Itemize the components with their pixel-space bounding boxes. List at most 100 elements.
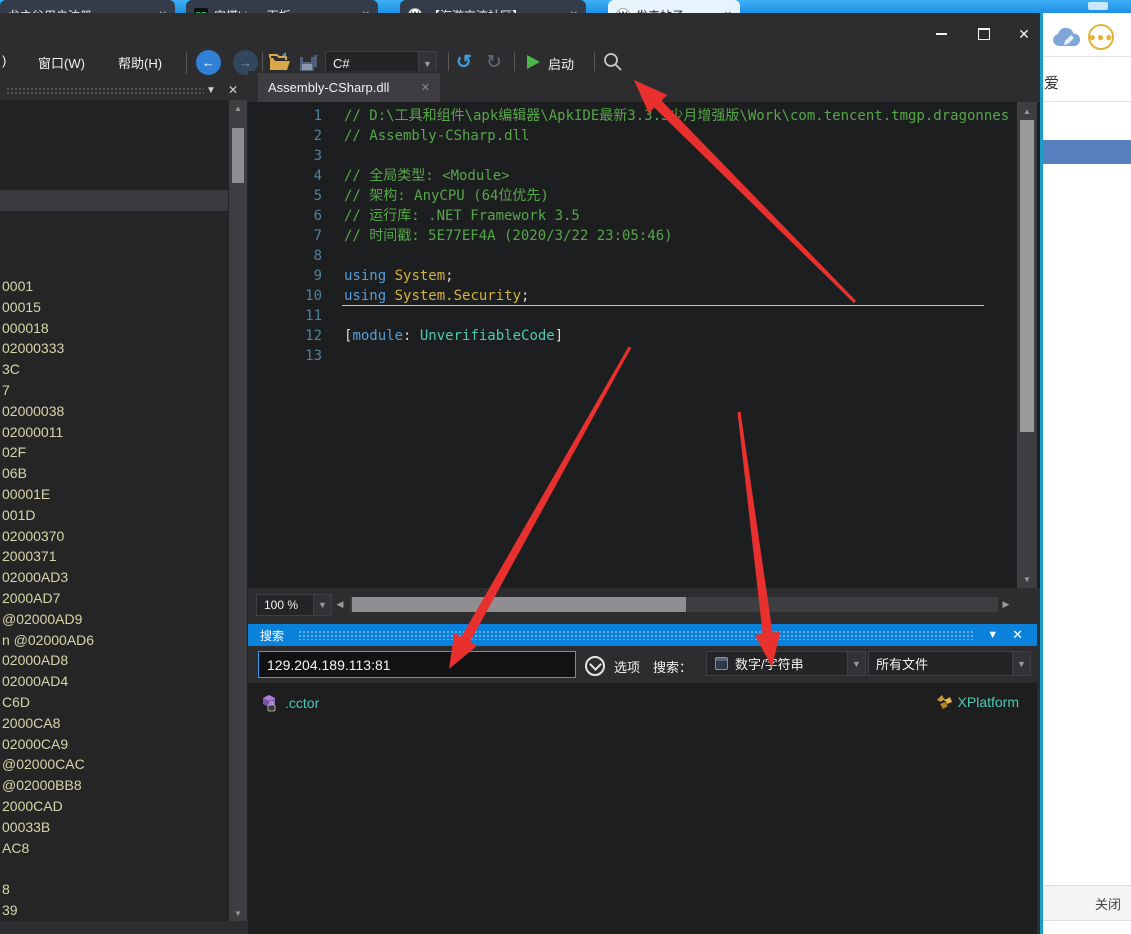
document-tab[interactable]: Assembly-CSharp.dll ✕ [258, 73, 440, 102]
tree-item[interactable]: 2000CAD [2, 796, 224, 817]
browser-tab[interactable]: W【海游交流社区】-...✕ [400, 0, 586, 13]
tree-item[interactable]: @02000BB8 [2, 775, 224, 796]
code-line[interactable]: 5// 架构: AnyCPU (64位优先) [256, 186, 1010, 206]
navigate-back-button[interactable]: ← [196, 50, 221, 75]
tree-item[interactable]: 39 [2, 900, 224, 921]
code-line[interactable]: 10using System.Security; [256, 286, 1010, 306]
code-line[interactable]: 11 [256, 306, 1010, 326]
code-lines: 1// D:\工具和组件\apk编辑器\ApkIDE最新3.3.5少月增强版\W… [256, 106, 1010, 366]
code-line[interactable]: 12[module: UnverifiableCode] [256, 326, 1010, 346]
panel-close-button[interactable]: ✕ [228, 83, 238, 97]
close-button[interactable]: ✕ [1008, 22, 1040, 46]
scroll-down-icon[interactable]: ▼ [1017, 573, 1037, 585]
panel-close-button[interactable]: ✕ [1012, 627, 1023, 643]
tree-item[interactable]: n @02000AD6 [2, 630, 224, 651]
tree-item[interactable]: 02000AD4 [2, 671, 224, 692]
search-result-row[interactable]: .cctor [262, 694, 319, 712]
options-expander-button[interactable] [585, 656, 605, 676]
tab-close-icon[interactable]: ✕ [421, 81, 430, 94]
search-input[interactable]: 129.204.189.113:81 [258, 651, 576, 678]
panel-menu-button[interactable]: ▼ [987, 629, 998, 641]
tree-item[interactable]: 2000371 [2, 546, 224, 567]
tree-panel-header[interactable]: ▼ ✕ [0, 82, 248, 100]
browser-tab[interactable]: 龙之谷用户注册✕ [0, 0, 175, 13]
tree-item[interactable]: 02000038 [2, 401, 224, 422]
tree-item[interactable]: @02000AD9 [2, 609, 224, 630]
code-line[interactable]: 4// 全局类型: <Module> [256, 166, 1010, 186]
tree-item[interactable]: 001D [2, 505, 224, 526]
search-type-combo[interactable]: 数字/字符串 ▼ [706, 651, 866, 676]
result-location[interactable]: XPlatform [936, 694, 1019, 710]
panel-menu-button[interactable]: ▼ [206, 85, 216, 96]
code-line[interactable]: 2// Assembly-CSharp.dll [256, 126, 1010, 146]
scrollbar-thumb[interactable] [232, 128, 244, 183]
tree-item[interactable]: 02F [2, 442, 224, 463]
tree-item[interactable]: 2000CA8 [2, 713, 224, 734]
token-comment: // 全局类型: <Module> [344, 168, 510, 184]
code-line[interactable]: 7// 时间戳: 5E77EF4A (2020/3/22 23:05:46) [256, 226, 1010, 246]
close-icon: ✕ [1018, 27, 1030, 41]
line-text: // 全局类型: <Module> [344, 166, 510, 186]
scrollbar-thumb[interactable] [1020, 120, 1034, 432]
scroll-left-icon[interactable]: ◀ [333, 595, 347, 614]
scrollbar-thumb[interactable] [352, 597, 686, 612]
tree-item[interactable]: 02000370 [2, 526, 224, 547]
search-scope-combo[interactable]: 所有文件 ▼ [868, 651, 1031, 676]
code-line[interactable]: 1// D:\工具和组件\apk编辑器\ApkIDE最新3.3.5少月增强版\W… [256, 106, 1010, 126]
menu-item-overflow[interactable]: ) [2, 53, 6, 68]
tree-item[interactable]: 02000011 [2, 422, 224, 443]
tree-item[interactable]: 00001E [2, 484, 224, 505]
browser-control-box[interactable] [1088, 2, 1108, 10]
zoom-combo[interactable]: 100 % ▼ [256, 594, 332, 616]
tree-item[interactable]: 00033B [2, 817, 224, 838]
redo-icon: ↻ [486, 52, 502, 73]
token-plain: ; [521, 288, 529, 304]
minimize-button[interactable] [925, 22, 957, 46]
editor-bottom-bar: 100 % ▼ ◀ ▶ [248, 588, 1040, 622]
scroll-right-icon[interactable]: ▶ [999, 595, 1013, 614]
tree-empty-area [0, 100, 228, 190]
tree-item[interactable]: 02000333 [2, 338, 224, 359]
browser-tab[interactable]: BT宝塔Linux面板✕ [186, 0, 378, 13]
code-editor[interactable]: 1// D:\工具和组件\apk编辑器\ApkIDE最新3.3.5少月增强版\W… [248, 102, 1040, 588]
options-label[interactable]: 选项 [614, 657, 640, 676]
maximize-button[interactable] [968, 22, 1000, 46]
scroll-down-icon[interactable]: ▼ [229, 907, 247, 919]
tree-selected-row[interactable] [0, 190, 228, 211]
cloud-sync-icon[interactable] [1051, 26, 1081, 55]
tree-item[interactable] [2, 858, 224, 879]
tree-item[interactable]: C6D [2, 692, 224, 713]
selected-list-item[interactable] [1043, 140, 1131, 164]
code-line[interactable]: 13 [256, 346, 1010, 366]
code-line[interactable]: 8 [256, 246, 1010, 266]
token-comment: // Assembly-CSharp.dll [344, 128, 529, 144]
tree-item[interactable]: 02000CA9 [2, 734, 224, 755]
tree-item[interactable]: 2000AD7 [2, 588, 224, 609]
code-line[interactable]: 9using System; [256, 266, 1010, 286]
tree-item[interactable]: 7 [2, 380, 224, 401]
tree-item[interactable]: 0001 [2, 276, 224, 297]
code-line[interactable]: 6// 运行库: .NET Framework 3.5 [256, 206, 1010, 226]
tree-item[interactable]: 3C [2, 359, 224, 380]
code-line[interactable]: 3 [256, 146, 1010, 166]
tree-item[interactable]: 00015 [2, 297, 224, 318]
search-panel-header[interactable]: 搜索 ▼ ✕ [248, 624, 1037, 646]
tree-item[interactable]: 02000AD3 [2, 567, 224, 588]
line-number: 7 [256, 226, 322, 246]
tree-item[interactable]: @02000CAC [2, 754, 224, 775]
more-options-icon[interactable]: ●●● [1088, 24, 1114, 50]
tree-scrollbar[interactable]: ▲ ▼ [229, 100, 247, 921]
scroll-up-icon[interactable]: ▲ [1017, 105, 1037, 117]
menu-item-window[interactable]: 窗口(W) [38, 53, 85, 72]
tree-item[interactable]: 02000AD8 [2, 650, 224, 671]
browser-tab[interactable]: W发表帖子 - 龙之谷✕ [608, 0, 740, 13]
tree-item[interactable]: 000018 [2, 318, 224, 339]
editor-hscrollbar[interactable]: ◀ ▶ [333, 595, 1013, 614]
editor-scrollbar[interactable]: ▲ ▼ [1017, 102, 1037, 588]
tree-item[interactable]: AC8 [2, 838, 224, 859]
scroll-up-icon[interactable]: ▲ [229, 102, 247, 114]
close-dialog-button[interactable]: 关闭 [1095, 894, 1121, 913]
menu-item-help[interactable]: 帮助(H) [118, 53, 162, 72]
tree-item[interactable]: 8 [2, 879, 224, 900]
tree-item[interactable]: 06B [2, 463, 224, 484]
